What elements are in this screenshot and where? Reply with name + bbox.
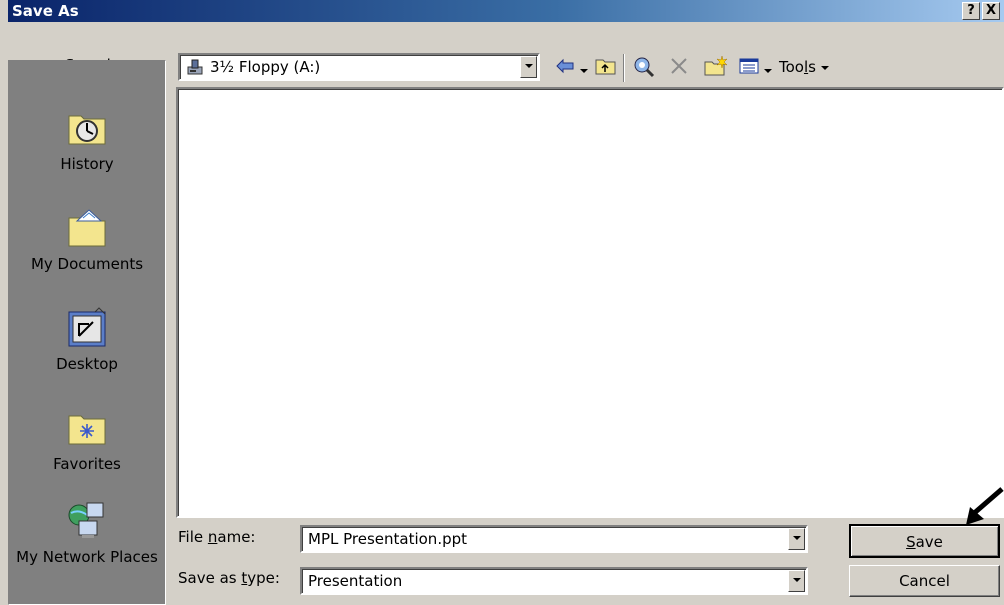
- save-in-dropdown-icon[interactable]: [520, 56, 537, 78]
- pointer-arrow-icon: [966, 487, 1004, 525]
- favorites-icon: [65, 406, 109, 450]
- tools-menu[interactable]: Tools: [779, 58, 829, 76]
- views-icon: [739, 58, 759, 74]
- search-web-button[interactable]: [632, 55, 656, 78]
- file-name-label: File name:: [178, 528, 256, 546]
- views-dropdown-icon[interactable]: [764, 61, 772, 83]
- place-my-documents-label: My Documents: [30, 255, 144, 273]
- help-button[interactable]: ?: [962, 2, 980, 20]
- save-in-combo[interactable]: 3½ Floppy (A:): [178, 53, 540, 81]
- place-desktop-label: Desktop: [56, 355, 118, 373]
- place-favorites[interactable]: Favorites: [9, 406, 165, 474]
- history-icon: [65, 106, 109, 150]
- network-places-icon: [65, 499, 109, 543]
- place-network[interactable]: My Network Places: [9, 499, 165, 567]
- my-documents-icon: [65, 206, 109, 250]
- place-my-documents[interactable]: My Documents: [9, 206, 165, 274]
- place-history[interactable]: History: [9, 106, 165, 174]
- tools-dropdown-icon: [820, 65, 829, 70]
- file-list[interactable]: [176, 87, 1004, 518]
- save-as-type-value: Presentation: [308, 572, 403, 590]
- new-folder-button[interactable]: [703, 55, 729, 77]
- places-bar: History My Documents Desktop Favorites M…: [8, 60, 166, 605]
- save-as-type-dropdown-icon[interactable]: [788, 570, 805, 592]
- cancel-button[interactable]: Cancel: [849, 565, 1000, 597]
- save-in-value: 3½ Floppy (A:): [210, 58, 321, 76]
- delete-button[interactable]: [668, 55, 690, 77]
- place-favorites-label: Favorites: [53, 455, 121, 473]
- save-as-type-label: Save as type:: [178, 569, 280, 587]
- up-folder-button[interactable]: [594, 55, 618, 77]
- delete-icon: [671, 58, 687, 74]
- new-folder-icon: [704, 55, 728, 76]
- file-name-input[interactable]: MPL Presentation.ppt: [308, 530, 467, 548]
- back-button[interactable]: [554, 55, 576, 77]
- floppy-drive-icon: [186, 58, 204, 76]
- up-folder-icon: [595, 59, 616, 75]
- title-bar: Save As ? X: [8, 0, 1004, 22]
- place-history-label: History: [60, 155, 114, 173]
- views-button[interactable]: [738, 55, 760, 77]
- close-button[interactable]: X: [982, 2, 1000, 20]
- save-as-type-combo[interactable]: Presentation: [300, 567, 808, 595]
- desktop-icon: [65, 306, 109, 350]
- place-desktop[interactable]: Desktop: [9, 306, 165, 374]
- back-arrow-icon: [556, 58, 574, 74]
- back-dropdown-icon[interactable]: [580, 61, 588, 83]
- window-title: Save As: [12, 2, 79, 20]
- file-name-combo[interactable]: MPL Presentation.ppt: [300, 525, 808, 553]
- search-web-icon: [634, 57, 655, 78]
- save-button[interactable]: Save: [849, 524, 1000, 558]
- file-name-dropdown-icon[interactable]: [788, 528, 805, 550]
- place-network-label: My Network Places: [16, 548, 158, 566]
